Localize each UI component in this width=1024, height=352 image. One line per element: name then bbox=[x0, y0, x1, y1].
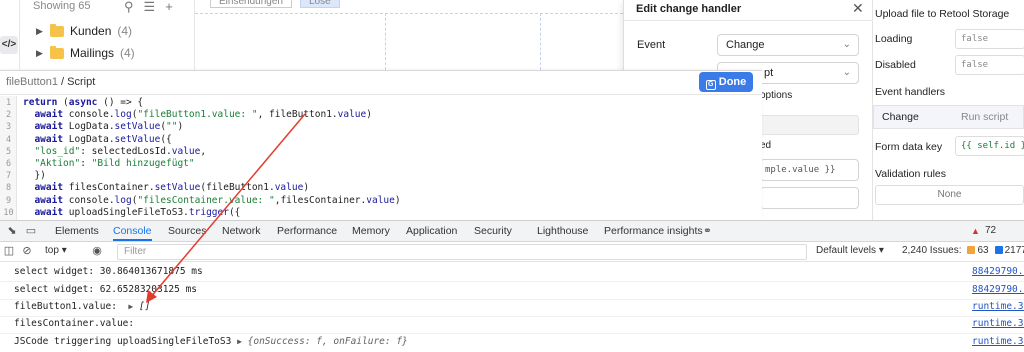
annotation-arrow bbox=[146, 113, 306, 303]
